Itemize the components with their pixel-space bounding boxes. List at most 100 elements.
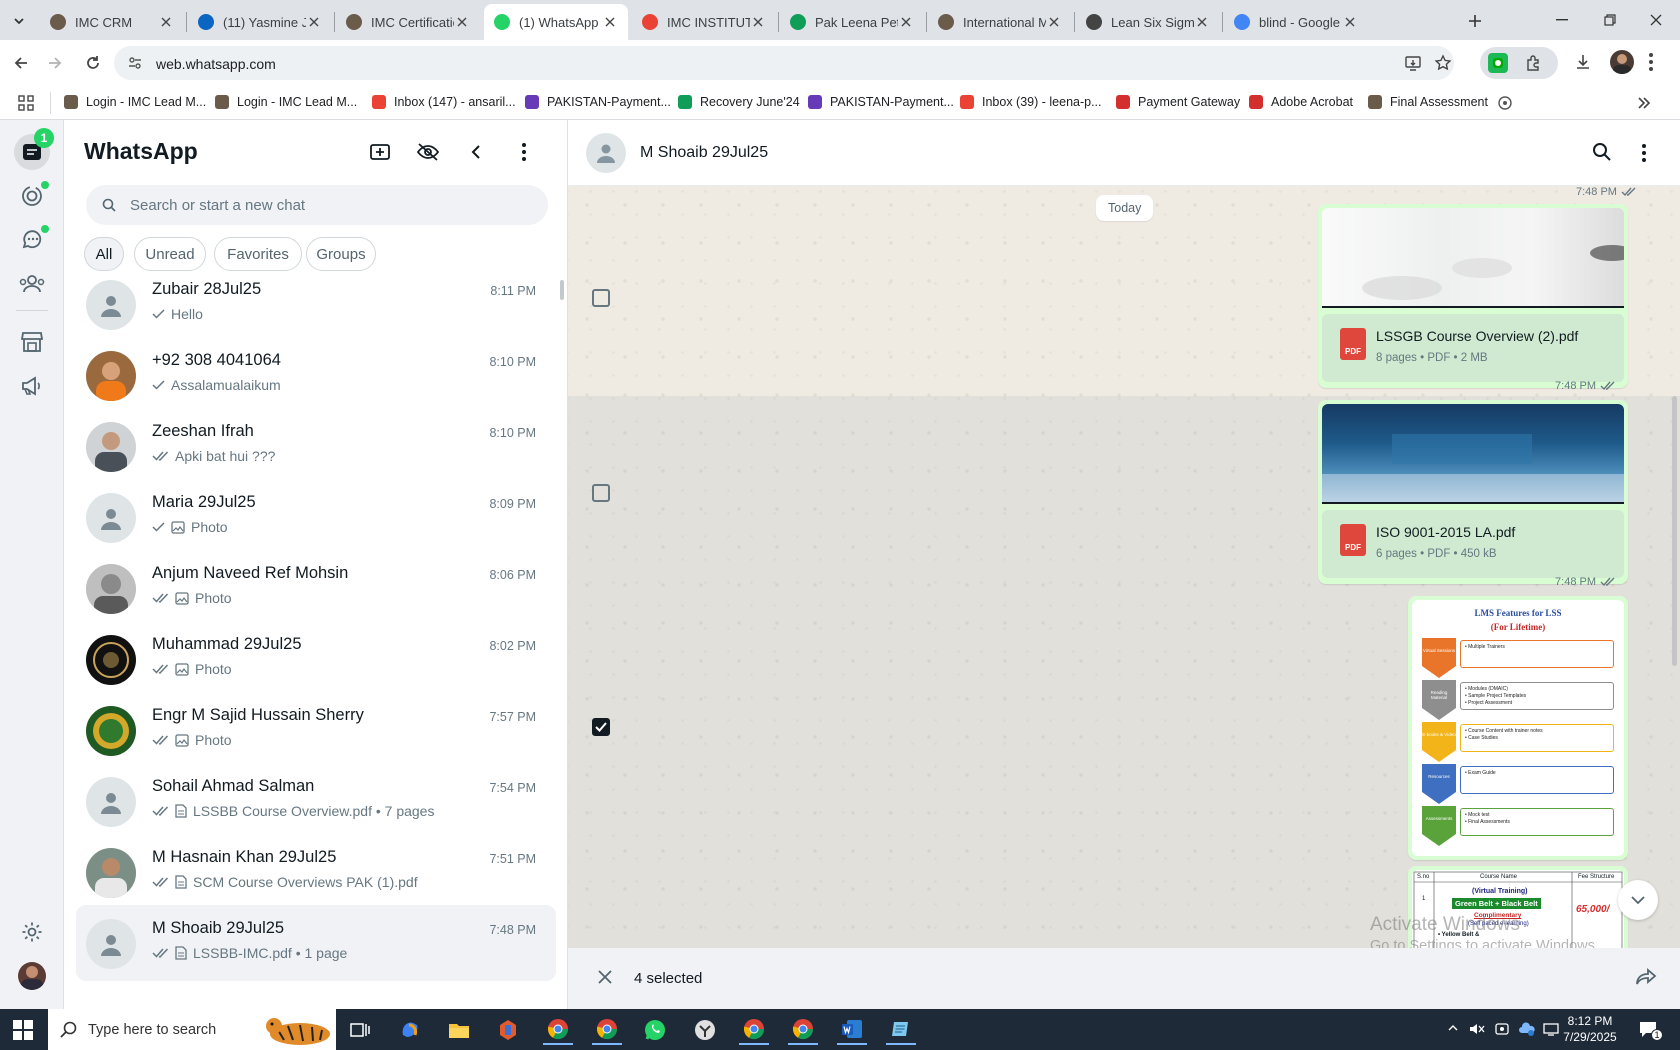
- conversation-search-icon[interactable]: [1592, 142, 1612, 162]
- app-icon[interactable]: [690, 1015, 720, 1045]
- conversation-menu-icon[interactable]: [1641, 143, 1647, 163]
- app-icon[interactable]: [493, 1015, 523, 1045]
- bookmark-item[interactable]: PAKISTAN-Payment...: [525, 95, 671, 109]
- conversation-header[interactable]: M Shoaib 29Jul25: [568, 120, 1680, 186]
- contact-avatar[interactable]: [586, 133, 626, 173]
- settings-icon[interactable]: [14, 914, 50, 950]
- bookmark-item[interactable]: Login - IMC Lead M...: [64, 95, 206, 109]
- site-settings-icon[interactable]: [128, 56, 142, 70]
- chat-list-item[interactable]: M Shoaib 29Jul25 7:48 PM LSSBB-IMC.pdf • 1…: [76, 905, 556, 981]
- tab-search-icon[interactable]: [6, 8, 32, 34]
- chrome-taskbar-icon[interactable]: [788, 1015, 818, 1045]
- chat-avatar[interactable]: [86, 351, 136, 401]
- select-message-checkbox-checked[interactable]: [592, 718, 610, 736]
- business-tools-icon[interactable]: [14, 324, 50, 360]
- browser-tab[interactable]: (11) Yasmine Jac: [188, 4, 332, 40]
- chat-list-item[interactable]: +92 308 4041064 8:10 PM Assalamualaikum: [64, 337, 567, 413]
- new-tab-icon[interactable]: [1462, 8, 1488, 34]
- more-bookmarks-icon[interactable]: [1636, 95, 1652, 111]
- apps-grid-icon[interactable]: [18, 95, 34, 111]
- taskbar-search-box[interactable]: Type here to search: [48, 1009, 336, 1050]
- chat-avatar[interactable]: [86, 564, 136, 614]
- forward-icon[interactable]: [1635, 968, 1657, 986]
- onedrive-cloud-icon[interactable]: [1518, 1021, 1536, 1037]
- image-message[interactable]: LMS Features for LSS (For Lifetime) Virt…: [1408, 596, 1628, 860]
- word-taskbar-icon[interactable]: [837, 1015, 867, 1045]
- restore-icon[interactable]: [1598, 10, 1622, 30]
- browser-menu-icon[interactable]: [1648, 52, 1654, 72]
- tab-close-icon[interactable]: [306, 14, 322, 30]
- status-icon[interactable]: [14, 178, 50, 214]
- forward-icon[interactable]: [40, 48, 70, 78]
- browser-tab[interactable]: (1) WhatsApp Bu: [484, 4, 628, 40]
- tab-close-icon[interactable]: [1342, 14, 1358, 30]
- bookmark-item[interactable]: Payment Gateway: [1116, 95, 1240, 109]
- browser-tab[interactable]: Lean Six Sigma C: [1076, 4, 1220, 40]
- chat-list-item[interactable]: Zubair 28Jul25 8:11 PM Hello: [64, 266, 567, 342]
- volume-mute-icon[interactable]: [1469, 1021, 1485, 1037]
- chat-list-item[interactable]: Engr M Sajid Hussain Sherry 7:57 PM Photo: [64, 692, 567, 768]
- profile-avatar[interactable]: [1610, 50, 1634, 74]
- select-message-checkbox[interactable]: [592, 484, 610, 502]
- window-close-icon[interactable]: [1644, 10, 1668, 30]
- chat-list-item[interactable]: Anjum Naveed Ref Mohsin 8:06 PM Photo: [64, 550, 567, 626]
- bookmark-item[interactable]: Final Assessment: [1368, 95, 1488, 109]
- notifications-icon[interactable]: 1: [1638, 1019, 1663, 1041]
- tab-close-icon[interactable]: [158, 14, 174, 30]
- notepad-taskbar-icon[interactable]: [886, 1015, 916, 1045]
- whatsapp-taskbar-icon[interactable]: [640, 1015, 670, 1045]
- browser-tab[interactable]: IMC Certification: [336, 4, 480, 40]
- reload-icon[interactable]: [78, 48, 108, 78]
- url-text[interactable]: web.whatsapp.com: [156, 56, 276, 72]
- document-message[interactable]: PDF LSSGB Course Overview (2).pdf 8 page…: [1318, 204, 1628, 392]
- bookmark-item[interactable]: Inbox (147) - ansaril...: [372, 95, 516, 109]
- document-card[interactable]: PDF ISO 9001-2015 LA.pdf 6 pages • PDF •…: [1322, 510, 1624, 578]
- browser-tab[interactable]: International Ma: [928, 4, 1072, 40]
- document-preview-image[interactable]: [1322, 208, 1624, 308]
- minimize-icon[interactable]: [1550, 10, 1574, 30]
- new-chat-icon[interactable]: [366, 138, 394, 166]
- document-message[interactable]: PDF ISO 9001-2015 LA.pdf 6 pages • PDF •…: [1318, 400, 1628, 588]
- back-icon[interactable]: [6, 48, 36, 78]
- extension-logo-icon[interactable]: [1488, 53, 1508, 73]
- bookmark-extra-icon[interactable]: [1497, 95, 1513, 111]
- bookmark-item[interactable]: Adobe Acrobat: [1249, 95, 1353, 109]
- chat-list-item[interactable]: Muhammad 29Jul25 8:02 PM Photo: [64, 621, 567, 697]
- browser-tab[interactable]: IMC INSTITUTE |: [632, 4, 776, 40]
- chat-avatar[interactable]: [86, 493, 136, 543]
- chat-avatar[interactable]: [86, 280, 136, 330]
- chrome-profile-taskbar-icon[interactable]: [592, 1015, 622, 1045]
- address-bar[interactable]: web.whatsapp.com: [114, 46, 1454, 80]
- chat-list-item[interactable]: Maria 29Jul25 8:09 PM Photo: [64, 479, 567, 555]
- tab-close-icon[interactable]: [898, 14, 914, 30]
- chat-avatar[interactable]: [86, 919, 136, 969]
- tray-chevron-up-icon[interactable]: [1447, 1022, 1459, 1034]
- contact-name[interactable]: M Shoaib 29Jul25: [640, 144, 768, 162]
- tab-close-icon[interactable]: [750, 14, 766, 30]
- list-menu-icon[interactable]: [510, 138, 538, 166]
- lms-features-image[interactable]: LMS Features for LSS (For Lifetime) Virt…: [1412, 600, 1624, 856]
- tab-close-icon[interactable]: [454, 14, 470, 30]
- chat-list-item[interactable]: Zeeshan Ifrah 8:10 PM Apki bat hui ???: [64, 408, 567, 484]
- downloads-icon[interactable]: [1574, 53, 1592, 71]
- tab-close-icon[interactable]: [602, 14, 618, 30]
- advertise-icon[interactable]: [14, 368, 50, 404]
- chat-avatar[interactable]: [86, 848, 136, 898]
- browser-tab[interactable]: IMC CRM: [40, 4, 184, 40]
- tab-close-icon[interactable]: [1046, 14, 1062, 30]
- tab-close-icon[interactable]: [1194, 14, 1210, 30]
- cancel-selection-icon[interactable]: [598, 970, 612, 984]
- chat-avatar[interactable]: [86, 422, 136, 472]
- message-scrollbar[interactable]: [1672, 396, 1677, 666]
- bookmark-item[interactable]: Login - IMC Lead M...: [215, 95, 357, 109]
- channels-icon[interactable]: [14, 222, 50, 258]
- taskbar-clock[interactable]: 8:12 PM 7/29/2025: [1555, 1013, 1625, 1045]
- document-preview-image[interactable]: [1322, 404, 1624, 504]
- copilot-icon[interactable]: [395, 1015, 425, 1045]
- chat-list-item[interactable]: Sohail Ahmad Salman 7:54 PM LSSBB Course O…: [64, 763, 567, 839]
- chat-avatar[interactable]: [86, 706, 136, 756]
- chrome-taskbar-icon-active[interactable]: [543, 1015, 573, 1045]
- communities-icon[interactable]: [14, 266, 50, 302]
- extensions-puzzle-icon[interactable]: [1524, 53, 1544, 73]
- chevron-left-icon[interactable]: [462, 138, 490, 166]
